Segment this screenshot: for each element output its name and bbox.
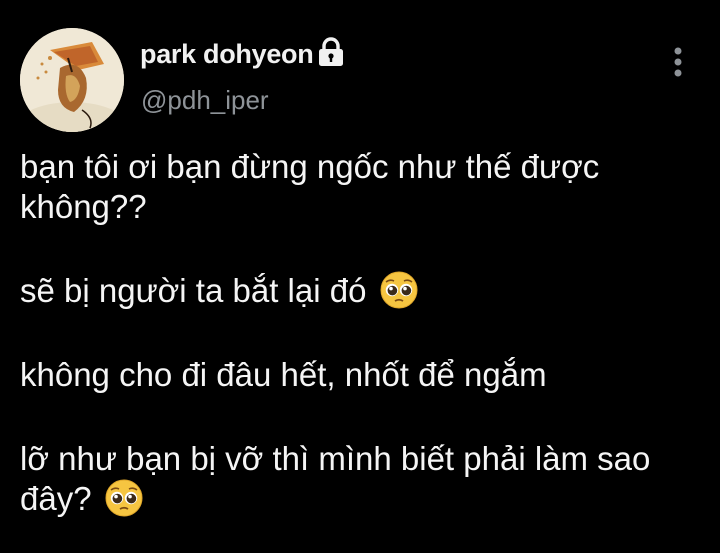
tweet-line-6: đây? bbox=[20, 479, 700, 519]
tweet-line-5: lỡ như bạn bị vỡ thì mình biết phải làm … bbox=[20, 440, 651, 477]
tweet-card: park dohyeon @pdh_iper bạn tôi ơi bạn đừ… bbox=[0, 0, 720, 553]
tweet-line-1: bạn tôi ơi bạn đừng ngốc như thế được bbox=[20, 148, 600, 185]
lock-icon bbox=[319, 37, 343, 66]
more-options-icon[interactable] bbox=[664, 44, 692, 80]
tweet-line-3: sẽ bị người ta bắt lại đó bbox=[20, 271, 700, 311]
tweet-line-3-text: sẽ bị người ta bắt lại đó bbox=[20, 272, 367, 309]
avatar[interactable] bbox=[20, 28, 124, 132]
tweet-text: bạn tôi ơi bạn đừng ngốc như thế được kh… bbox=[20, 147, 700, 519]
tweet-line-2: không?? bbox=[20, 188, 147, 225]
avatar-image bbox=[20, 28, 124, 132]
tweet-line-6-text: đây? bbox=[20, 480, 92, 517]
user-handle[interactable]: @pdh_iper bbox=[141, 85, 269, 116]
display-name[interactable]: park dohyeon bbox=[140, 39, 314, 70]
pleading-face-emoji bbox=[380, 271, 418, 309]
tweet-line-4: không cho đi đâu hết, nhốt để ngắm bbox=[20, 356, 547, 393]
pleading-face-emoji bbox=[105, 479, 143, 517]
